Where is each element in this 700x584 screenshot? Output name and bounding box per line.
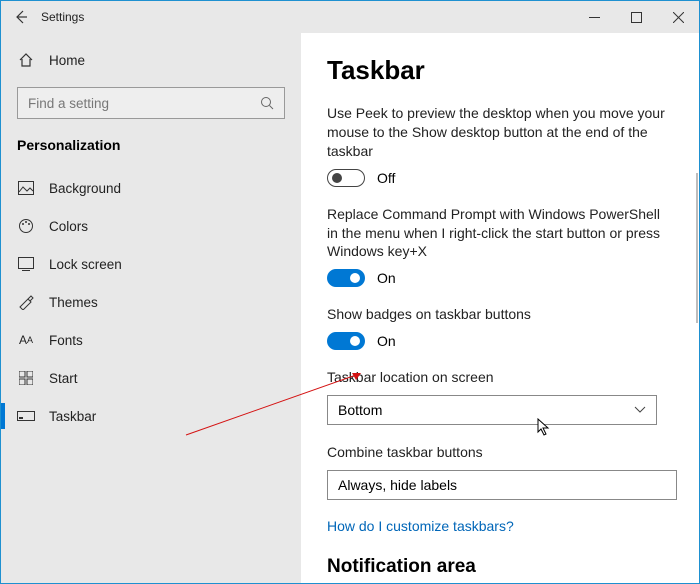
sidebar-item-fonts[interactable]: AA Fonts — [1, 321, 301, 359]
toggle-powershell[interactable] — [327, 269, 365, 287]
home-icon — [17, 51, 35, 69]
sidebar-item-start[interactable]: Start — [1, 359, 301, 397]
sidebar-item-taskbar[interactable]: Taskbar — [1, 397, 301, 435]
setting-label: Combine taskbar buttons — [327, 443, 669, 462]
arrow-left-icon — [13, 9, 29, 25]
setting-combine: Combine taskbar buttons Always, hide lab… — [327, 443, 669, 500]
main-pane: Taskbar Use Peek to preview the desktop … — [301, 33, 699, 583]
lockscreen-icon — [17, 255, 35, 273]
setting-label: Taskbar location on screen — [327, 368, 669, 387]
setting-peek: Use Peek to preview the desktop when you… — [327, 104, 669, 187]
dropdown-value: Bottom — [338, 402, 382, 418]
toggle-state: Off — [377, 170, 395, 186]
toggle-peek[interactable] — [327, 169, 365, 187]
sidebar-item-background[interactable]: Background — [1, 169, 301, 207]
app-body: Home Personalization Background Colors L… — [1, 33, 699, 583]
toggle-badges[interactable] — [327, 332, 365, 350]
home-label: Home — [49, 53, 85, 68]
sidebar-item-label: Colors — [49, 219, 88, 234]
setting-powershell: Replace Command Prompt with Windows Powe… — [327, 205, 669, 288]
setting-location: Taskbar location on screen Bottom — [327, 368, 669, 425]
sidebar-item-label: Start — [49, 371, 78, 386]
minimize-button[interactable] — [573, 1, 615, 33]
section-notification-area: Notification area — [327, 556, 669, 578]
toggle-state: On — [377, 333, 396, 349]
toggle-state: On — [377, 270, 396, 286]
page-title: Taskbar — [327, 55, 669, 86]
sidebar: Home Personalization Background Colors L… — [1, 33, 301, 583]
sidebar-item-label: Themes — [49, 295, 98, 310]
sidebar-item-colors[interactable]: Colors — [1, 207, 301, 245]
sidebar-item-label: Background — [49, 181, 121, 196]
dropdown-combine[interactable]: Always, hide labels — [327, 470, 677, 500]
start-icon — [17, 369, 35, 387]
sidebar-section-title: Personalization — [1, 131, 301, 169]
sidebar-item-label: Fonts — [49, 333, 83, 348]
setting-label: Show badges on taskbar buttons — [327, 305, 669, 324]
titlebar: Settings — [1, 1, 699, 33]
home-button[interactable]: Home — [1, 45, 301, 83]
window-controls — [573, 1, 699, 33]
themes-icon — [17, 293, 35, 311]
fonts-icon: AA — [17, 331, 35, 349]
sidebar-item-label: Taskbar — [49, 409, 96, 424]
chevron-down-icon — [634, 406, 646, 414]
sidebar-item-label: Lock screen — [49, 257, 122, 272]
scrollbar[interactable] — [696, 173, 698, 323]
palette-icon — [17, 217, 35, 235]
maximize-button[interactable] — [615, 1, 657, 33]
setting-label: Replace Command Prompt with Windows Powe… — [327, 205, 669, 262]
picture-icon — [17, 179, 35, 197]
taskbar-icon — [17, 407, 35, 425]
dropdown-location[interactable]: Bottom — [327, 395, 657, 425]
close-button[interactable] — [657, 1, 699, 33]
setting-badges: Show badges on taskbar buttons On — [327, 305, 669, 350]
window-title: Settings — [41, 10, 573, 24]
search-input[interactable] — [17, 87, 285, 119]
dropdown-value: Always, hide labels — [338, 477, 457, 493]
sidebar-item-themes[interactable]: Themes — [1, 283, 301, 321]
search-field[interactable] — [28, 96, 260, 111]
sidebar-item-lockscreen[interactable]: Lock screen — [1, 245, 301, 283]
setting-label: Use Peek to preview the desktop when you… — [327, 104, 669, 161]
search-icon — [260, 96, 274, 110]
cursor-icon — [537, 418, 551, 436]
back-button[interactable] — [1, 9, 41, 25]
help-link[interactable]: How do I customize taskbars? — [327, 518, 669, 534]
